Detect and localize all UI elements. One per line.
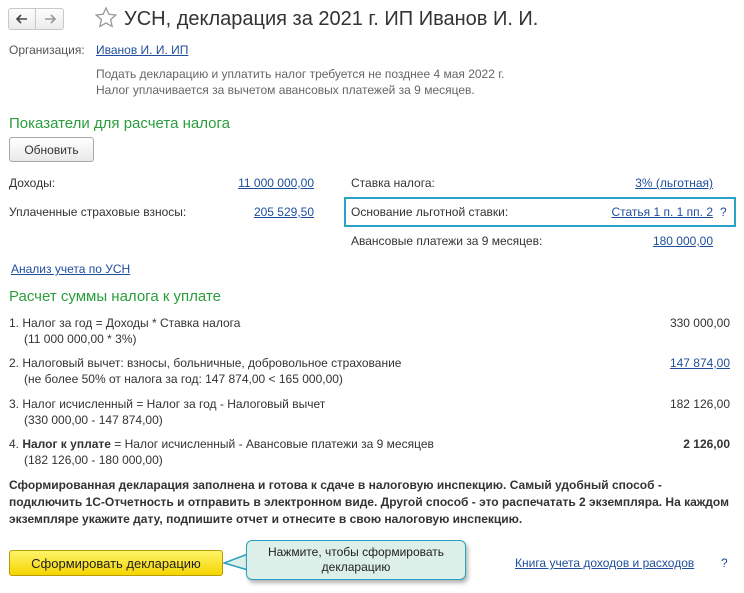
calc-row-3-detail: (330 000,00 - 147 874,00) [24,413,163,427]
calc-heading: Расчет суммы налога к уплате [9,288,221,305]
basis-value[interactable]: Статья 1 п. 1 пп. 2 [611,205,713,219]
calc-row-4-value: 2 126,00 [683,437,730,451]
insurance-label: Уплаченные страховые взносы: [9,205,187,219]
org-link[interactable]: Иванов И. И. ИП [96,43,188,57]
tax-rate-label: Ставка налога: [351,176,435,190]
arrow-left-icon [16,14,27,24]
indicators-heading: Показатели для расчета налога [9,115,230,132]
back-button[interactable] [8,8,36,30]
forward-button[interactable] [36,8,64,30]
tax-rate-value[interactable]: 3% (льготная) [635,176,713,190]
basis-label: Основание льготной ставки: [351,205,509,219]
calc-row-2-detail: (не более 50% от налога за год: 147 874,… [24,372,343,386]
refresh-button[interactable]: Обновить [9,137,94,162]
page-title: УСН, декларация за 2021 г. ИП Иванов И. … [124,8,539,30]
ledger-link[interactable]: Книга учета доходов и расходов [515,556,694,570]
advance-value[interactable]: 180 000,00 [653,234,713,248]
org-label: Организация: [9,43,85,57]
calc-row-1-formula: 1. Налог за год = Доходы * Ставка налога [9,316,241,330]
calc-row-1-value: 330 000,00 [669,316,730,330]
deadline-note: Подать декларацию и уплатить налог требу… [96,67,505,81]
info-paragraph: Сформированная декларация заполнена и го… [9,478,729,526]
income-label: Доходы: [9,176,56,190]
advance-label: Авансовые платежи за 9 месяцев: [351,234,543,248]
calc-row-2-formula: 2. Налоговый вычет: взносы, больничные, … [9,356,402,370]
arrow-right-icon [44,14,56,24]
calc-row-2-value[interactable]: 147 874,00 [670,356,730,370]
advance-note: Налог уплачивается за вычетом авансовых … [96,83,475,97]
income-value[interactable]: 11 000 000,00 [238,176,314,190]
calc-row-4-detail: (182 126,00 - 180 000,00) [24,453,163,467]
analysis-link[interactable]: Анализ учета по УСН [11,262,130,276]
favorite-star-icon[interactable] [94,6,118,33]
calc-row-4-formula: 4. Налог к уплате = Налог исчисленный - … [9,437,434,451]
insurance-value[interactable]: 205 529,50 [254,205,314,219]
calc-row-3-value: 182 126,00 [669,397,730,411]
calc-row-3-formula: 3. Налог исчисленный = Налог за год - На… [9,397,326,411]
hint-callout: Нажмите, чтобы сформировать декларацию [246,540,466,580]
generate-declaration-button[interactable]: Сформировать декларацию [9,550,223,576]
calc-row-1-detail: (11 000 000,00 * 3%) [24,332,137,346]
basis-help-icon[interactable]: ? [720,205,727,219]
ledger-help-icon[interactable]: ? [721,556,728,570]
